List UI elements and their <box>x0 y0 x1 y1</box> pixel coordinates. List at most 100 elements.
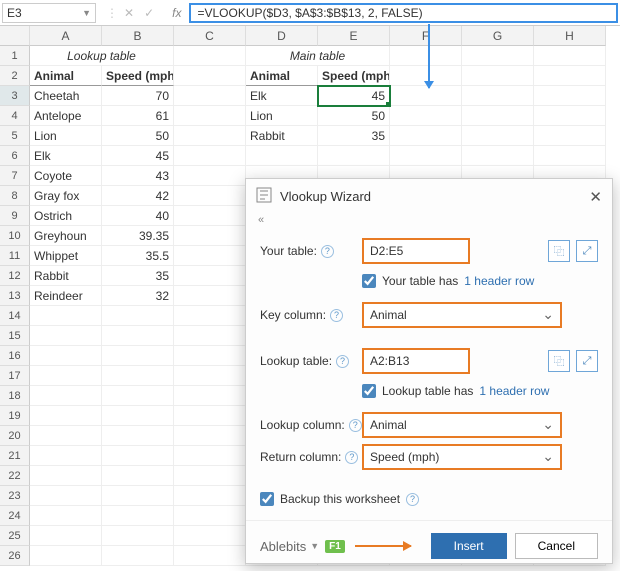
cell[interactable] <box>30 406 102 426</box>
row-header[interactable]: 24 <box>0 506 30 526</box>
cell[interactable]: Cheetah <box>30 86 102 106</box>
row-header[interactable]: 12 <box>0 266 30 286</box>
cell[interactable]: 40 <box>102 206 174 226</box>
row-header[interactable]: 22 <box>0 466 30 486</box>
backup-check[interactable]: Backup this worksheet ? <box>260 492 598 506</box>
cell[interactable]: Animal <box>30 66 102 86</box>
cell[interactable] <box>174 86 246 106</box>
cell[interactable] <box>30 486 102 506</box>
cell[interactable] <box>318 146 390 166</box>
cell[interactable] <box>174 286 246 306</box>
cell[interactable] <box>174 486 246 506</box>
cell[interactable]: 70 <box>102 86 174 106</box>
help-icon[interactable]: ? <box>345 451 358 464</box>
cell[interactable] <box>102 486 174 506</box>
help-icon[interactable]: ? <box>349 419 362 432</box>
cell[interactable]: 35 <box>102 266 174 286</box>
cell[interactable]: Rabbit <box>246 126 318 146</box>
cell[interactable] <box>390 146 462 166</box>
cell[interactable]: Gray fox <box>30 186 102 206</box>
cell[interactable] <box>102 366 174 386</box>
row-header[interactable]: 5 <box>0 126 30 146</box>
cell[interactable]: Lion <box>30 126 102 146</box>
cell[interactable] <box>102 406 174 426</box>
cell[interactable] <box>174 226 246 246</box>
help-icon[interactable]: ? <box>336 355 349 368</box>
cell[interactable]: 61 <box>102 106 174 126</box>
cell[interactable]: Lion <box>246 106 318 126</box>
row-header[interactable]: 8 <box>0 186 30 206</box>
cell[interactable]: Whippet <box>30 246 102 266</box>
cell[interactable] <box>102 326 174 346</box>
cell[interactable] <box>462 146 534 166</box>
cell[interactable]: 35 <box>318 126 390 146</box>
row-header[interactable]: 16 <box>0 346 30 366</box>
select-range-icon[interactable]: ⿻ <box>548 240 570 262</box>
lookup-table-header-check[interactable]: Lookup table has 1 header row <box>362 384 598 398</box>
row-header[interactable]: 14 <box>0 306 30 326</box>
cell[interactable] <box>102 306 174 326</box>
cell[interactable] <box>174 146 246 166</box>
cell[interactable] <box>30 366 102 386</box>
cell[interactable]: Antelope <box>30 106 102 126</box>
col-header[interactable]: A <box>30 26 102 46</box>
brand-label[interactable]: Ablebits ▼ <box>260 539 319 554</box>
cell[interactable] <box>534 66 606 86</box>
cell[interactable]: 35.5 <box>102 246 174 266</box>
cell[interactable] <box>246 146 318 166</box>
help-icon[interactable]: ? <box>330 309 343 322</box>
header-rows-link[interactable]: 1 header row <box>479 384 549 398</box>
your-table-input[interactable]: D2:E5 <box>362 238 470 264</box>
row-header[interactable]: 17 <box>0 366 30 386</box>
checkbox[interactable] <box>362 274 376 288</box>
cell[interactable] <box>102 526 174 546</box>
cell[interactable] <box>102 446 174 466</box>
cell[interactable] <box>174 386 246 406</box>
cell[interactable] <box>534 146 606 166</box>
cell[interactable] <box>102 426 174 446</box>
formula-input[interactable]: =VLOOKUP($D3, $A$3:$B$13, 2, FALSE) <box>189 3 618 23</box>
cell[interactable] <box>174 66 246 86</box>
cell[interactable] <box>30 526 102 546</box>
row-header[interactable]: 23 <box>0 486 30 506</box>
cell[interactable] <box>462 86 534 106</box>
cell[interactable] <box>390 126 462 146</box>
row-header[interactable]: 2 <box>0 66 30 86</box>
cell[interactable]: Rabbit <box>30 266 102 286</box>
cell[interactable]: Speed (mph) <box>318 66 390 86</box>
cell[interactable] <box>30 546 102 566</box>
header-rows-link[interactable]: 1 header row <box>464 274 534 288</box>
cell[interactable] <box>462 46 534 66</box>
cell[interactable] <box>174 46 246 66</box>
name-box[interactable]: E3 ▼ <box>2 3 96 23</box>
cell[interactable] <box>390 86 462 106</box>
fx-icon[interactable]: fx <box>172 6 181 20</box>
cell[interactable] <box>30 306 102 326</box>
checkbox[interactable] <box>260 492 274 506</box>
cell[interactable] <box>30 386 102 406</box>
cell[interactable]: 42 <box>102 186 174 206</box>
f1-help-badge[interactable]: F1 <box>325 540 345 553</box>
cell[interactable]: Elk <box>246 86 318 106</box>
row-header[interactable]: 6 <box>0 146 30 166</box>
cell[interactable]: 39.35 <box>102 226 174 246</box>
chevron-down-icon[interactable]: ▼ <box>82 8 91 18</box>
enter-icon[interactable]: ✓ <box>144 6 154 20</box>
row-header[interactable]: 13 <box>0 286 30 306</box>
cell[interactable] <box>174 446 246 466</box>
row-header[interactable]: 7 <box>0 166 30 186</box>
lookup-column-select[interactable]: Animal <box>362 412 562 438</box>
cell[interactable] <box>390 106 462 126</box>
cell[interactable] <box>174 366 246 386</box>
cell[interactable] <box>174 326 246 346</box>
cancel-button[interactable]: Cancel <box>515 533 598 559</box>
cell[interactable]: Lookup table <box>30 46 174 66</box>
row-header[interactable]: 15 <box>0 326 30 346</box>
cell[interactable] <box>174 306 246 326</box>
cell[interactable] <box>30 446 102 466</box>
cell[interactable]: 45 <box>318 86 390 106</box>
cell[interactable] <box>174 166 246 186</box>
cell[interactable] <box>534 46 606 66</box>
cell[interactable]: Ostrich <box>30 206 102 226</box>
cell[interactable]: Elk <box>30 146 102 166</box>
